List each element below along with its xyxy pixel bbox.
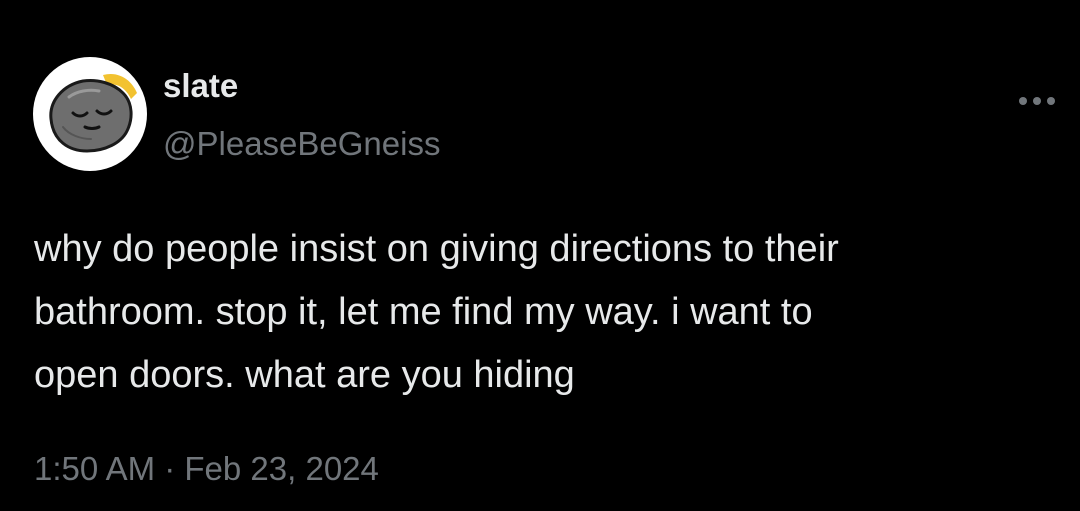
user-handle[interactable]: @PleaseBeGneiss	[163, 124, 440, 164]
tweet-text: why do people insist on giving direction…	[34, 218, 1054, 407]
more-options-button[interactable]	[1012, 86, 1062, 116]
avatar[interactable]	[33, 57, 147, 171]
grumpy-rock-avatar-icon	[49, 73, 137, 153]
author-info: slate @PleaseBeGneiss	[163, 66, 440, 164]
tweet-text-line: open doors. what are you hiding	[34, 354, 575, 396]
tweet-text-line: bathroom. stop it, let me find my way. i…	[34, 291, 813, 333]
display-name[interactable]: slate	[163, 66, 440, 106]
tweet-text-line: why do people insist on giving direction…	[34, 228, 839, 270]
more-options-icon	[1019, 97, 1055, 105]
tweet-card: slate @PleaseBeGneiss why do people insi…	[0, 0, 1080, 511]
tweet-timestamp[interactable]: 1:50 AM · Feb 23, 2024	[34, 447, 379, 491]
